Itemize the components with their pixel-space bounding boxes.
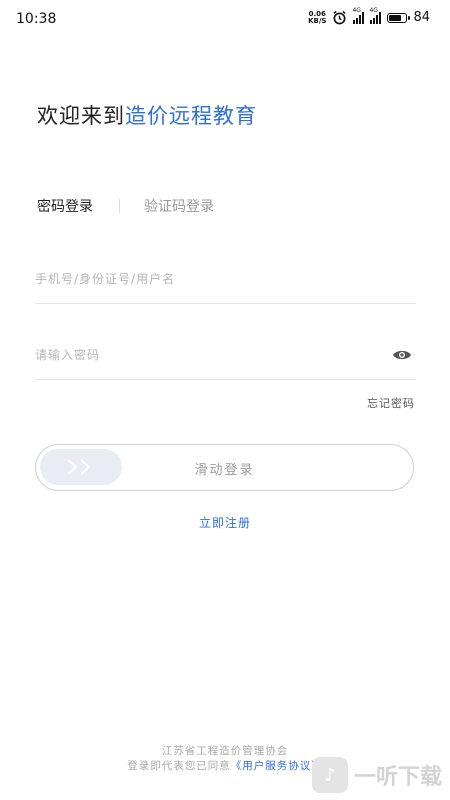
login-tabs: 密码登录 验证码登录 <box>37 196 214 216</box>
watermark: ♪ 一听下载 <box>311 757 442 793</box>
signal-icon: 4G <box>352 7 365 24</box>
tab-password-login[interactable]: 密码登录 <box>37 196 93 216</box>
register-link: 立即注册 <box>198 516 251 530</box>
agreement-link[interactable]: 《用户服务协议》 <box>231 760 323 772</box>
status-icons: 0.06 KB/S 4G 4G 84 <box>308 7 430 26</box>
tab-code-login[interactable]: 验证码登录 <box>144 196 214 216</box>
password-field <box>35 333 416 380</box>
forgot-password-link[interactable]: 忘记密码 <box>367 395 415 411</box>
app-name: 造价远程教育 <box>125 104 257 128</box>
account-input[interactable] <box>35 257 375 301</box>
eye-icon[interactable] <box>392 348 412 362</box>
tab-divider <box>119 199 120 213</box>
status-time: 10:38 <box>16 11 57 27</box>
password-input[interactable] <box>35 333 375 377</box>
status-bar: 10:38 0.06 KB/S 4G 4G 84 <box>0 0 450 40</box>
slide-login-track[interactable]: 滑动登录 <box>35 444 414 491</box>
slider-label: 滑动登录 <box>194 463 255 478</box>
account-field <box>35 257 416 304</box>
battery-level: 84 <box>413 10 430 25</box>
welcome-title: 欢迎来到造价远程教育 <box>37 104 257 128</box>
battery-icon <box>387 12 411 23</box>
network-speed: 0.06 KB/S <box>308 9 327 25</box>
signal-icon: 4G <box>369 7 382 24</box>
alarm-icon <box>333 10 347 25</box>
watermark-logo-icon: ♪ <box>311 757 348 793</box>
